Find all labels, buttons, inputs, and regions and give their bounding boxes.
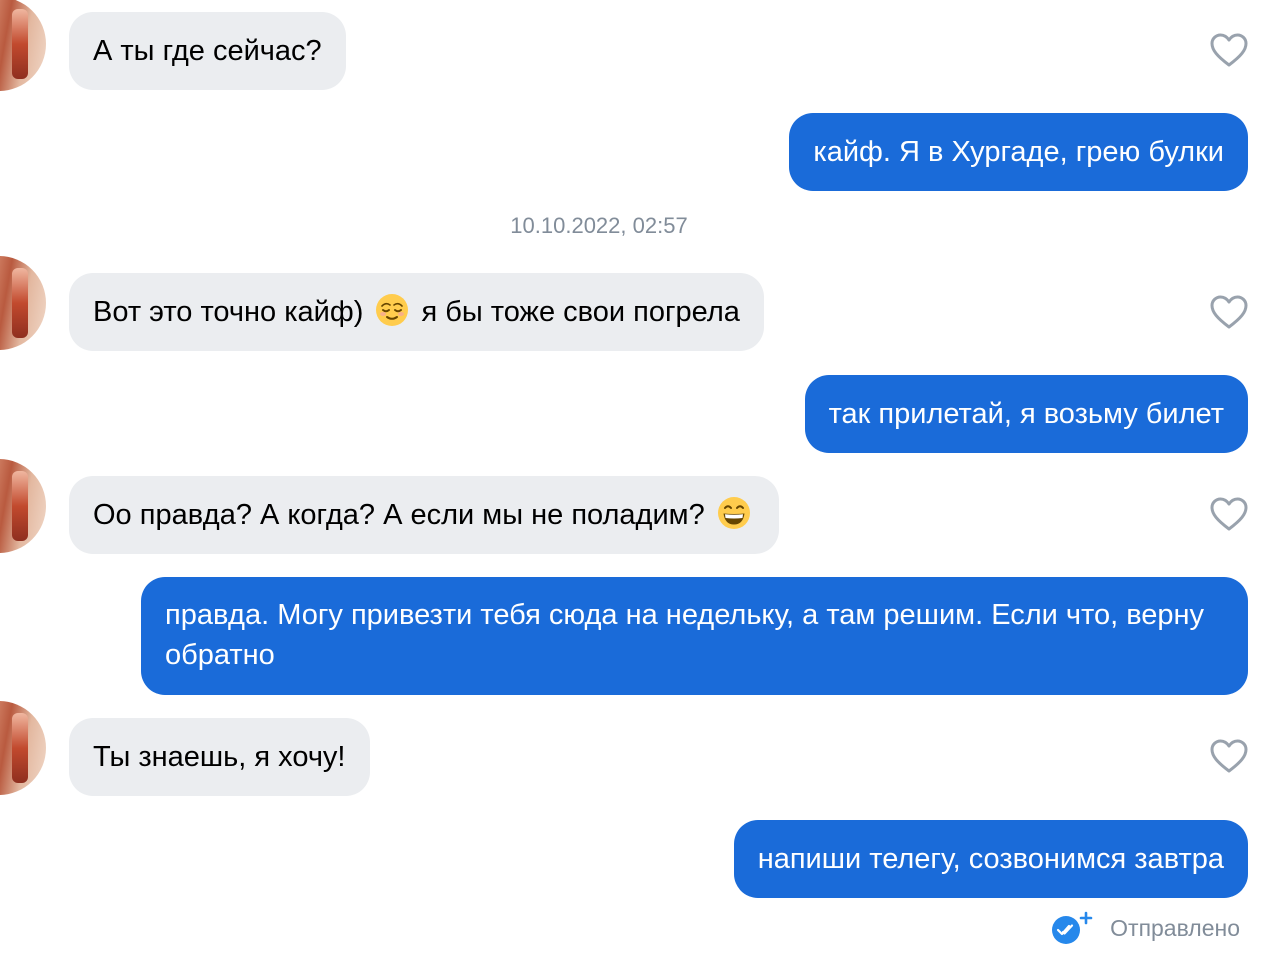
message-text: Ты знаешь, я хочу! (93, 741, 346, 773)
heart-icon[interactable] (1209, 495, 1249, 535)
outgoing-message-bubble[interactable]: кайф. Я в Хургаде, грею булки (789, 113, 1248, 191)
heart-icon[interactable] (1209, 737, 1249, 777)
chat-thread: А ты где сейчас? кайф. Я в Хургаде, грею… (0, 0, 1280, 978)
message-text: напиши телегу, созвонимся завтра (757, 843, 1224, 875)
grinning-face-emoji-icon (717, 497, 750, 529)
double-check-plus-icon (1052, 911, 1093, 944)
avatar[interactable] (0, 701, 46, 795)
message-text: Оо правда? А когда? А если мы не поладим… (93, 499, 705, 531)
message-status: Отправлено (1050, 910, 1240, 946)
date-separator: 10.10.2022, 02:57 (510, 213, 688, 238)
incoming-message-bubble[interactable]: Вот это точно кайф) я бы тоже свои погре… (69, 273, 764, 351)
avatar[interactable] (0, 459, 46, 553)
outgoing-message-bubble[interactable]: так прилетай, я возьму билет (804, 375, 1248, 453)
heart-icon[interactable] (1209, 31, 1249, 71)
message-text: правда. Могу привезти тебя сюда на недел… (165, 599, 1205, 671)
incoming-message-bubble[interactable]: Ты знаешь, я хочу! (69, 718, 370, 796)
message-text: А ты где сейчас? (93, 35, 322, 67)
status-label: Отправлено (1110, 914, 1240, 941)
message-text: Вот это точно кайф) (93, 296, 364, 328)
outgoing-message-bubble[interactable]: напиши телегу, созвонимся завтра (733, 820, 1248, 898)
message-text: кайф. Я в Хургаде, грею булки (813, 136, 1224, 168)
relieved-face-emoji-icon (376, 294, 409, 326)
message-text: я бы тоже свои погрела (421, 296, 740, 328)
incoming-message-bubble[interactable]: А ты где сейчас? (69, 12, 346, 90)
outgoing-message-bubble[interactable]: правда. Могу привезти тебя сюда на недел… (141, 577, 1248, 695)
incoming-message-bubble[interactable]: Оо правда? А когда? А если мы не поладим… (69, 476, 779, 554)
avatar[interactable] (0, 256, 46, 350)
avatar[interactable] (0, 0, 46, 91)
message-text: так прилетай, я возьму билет (828, 398, 1224, 430)
heart-icon[interactable] (1209, 293, 1249, 333)
